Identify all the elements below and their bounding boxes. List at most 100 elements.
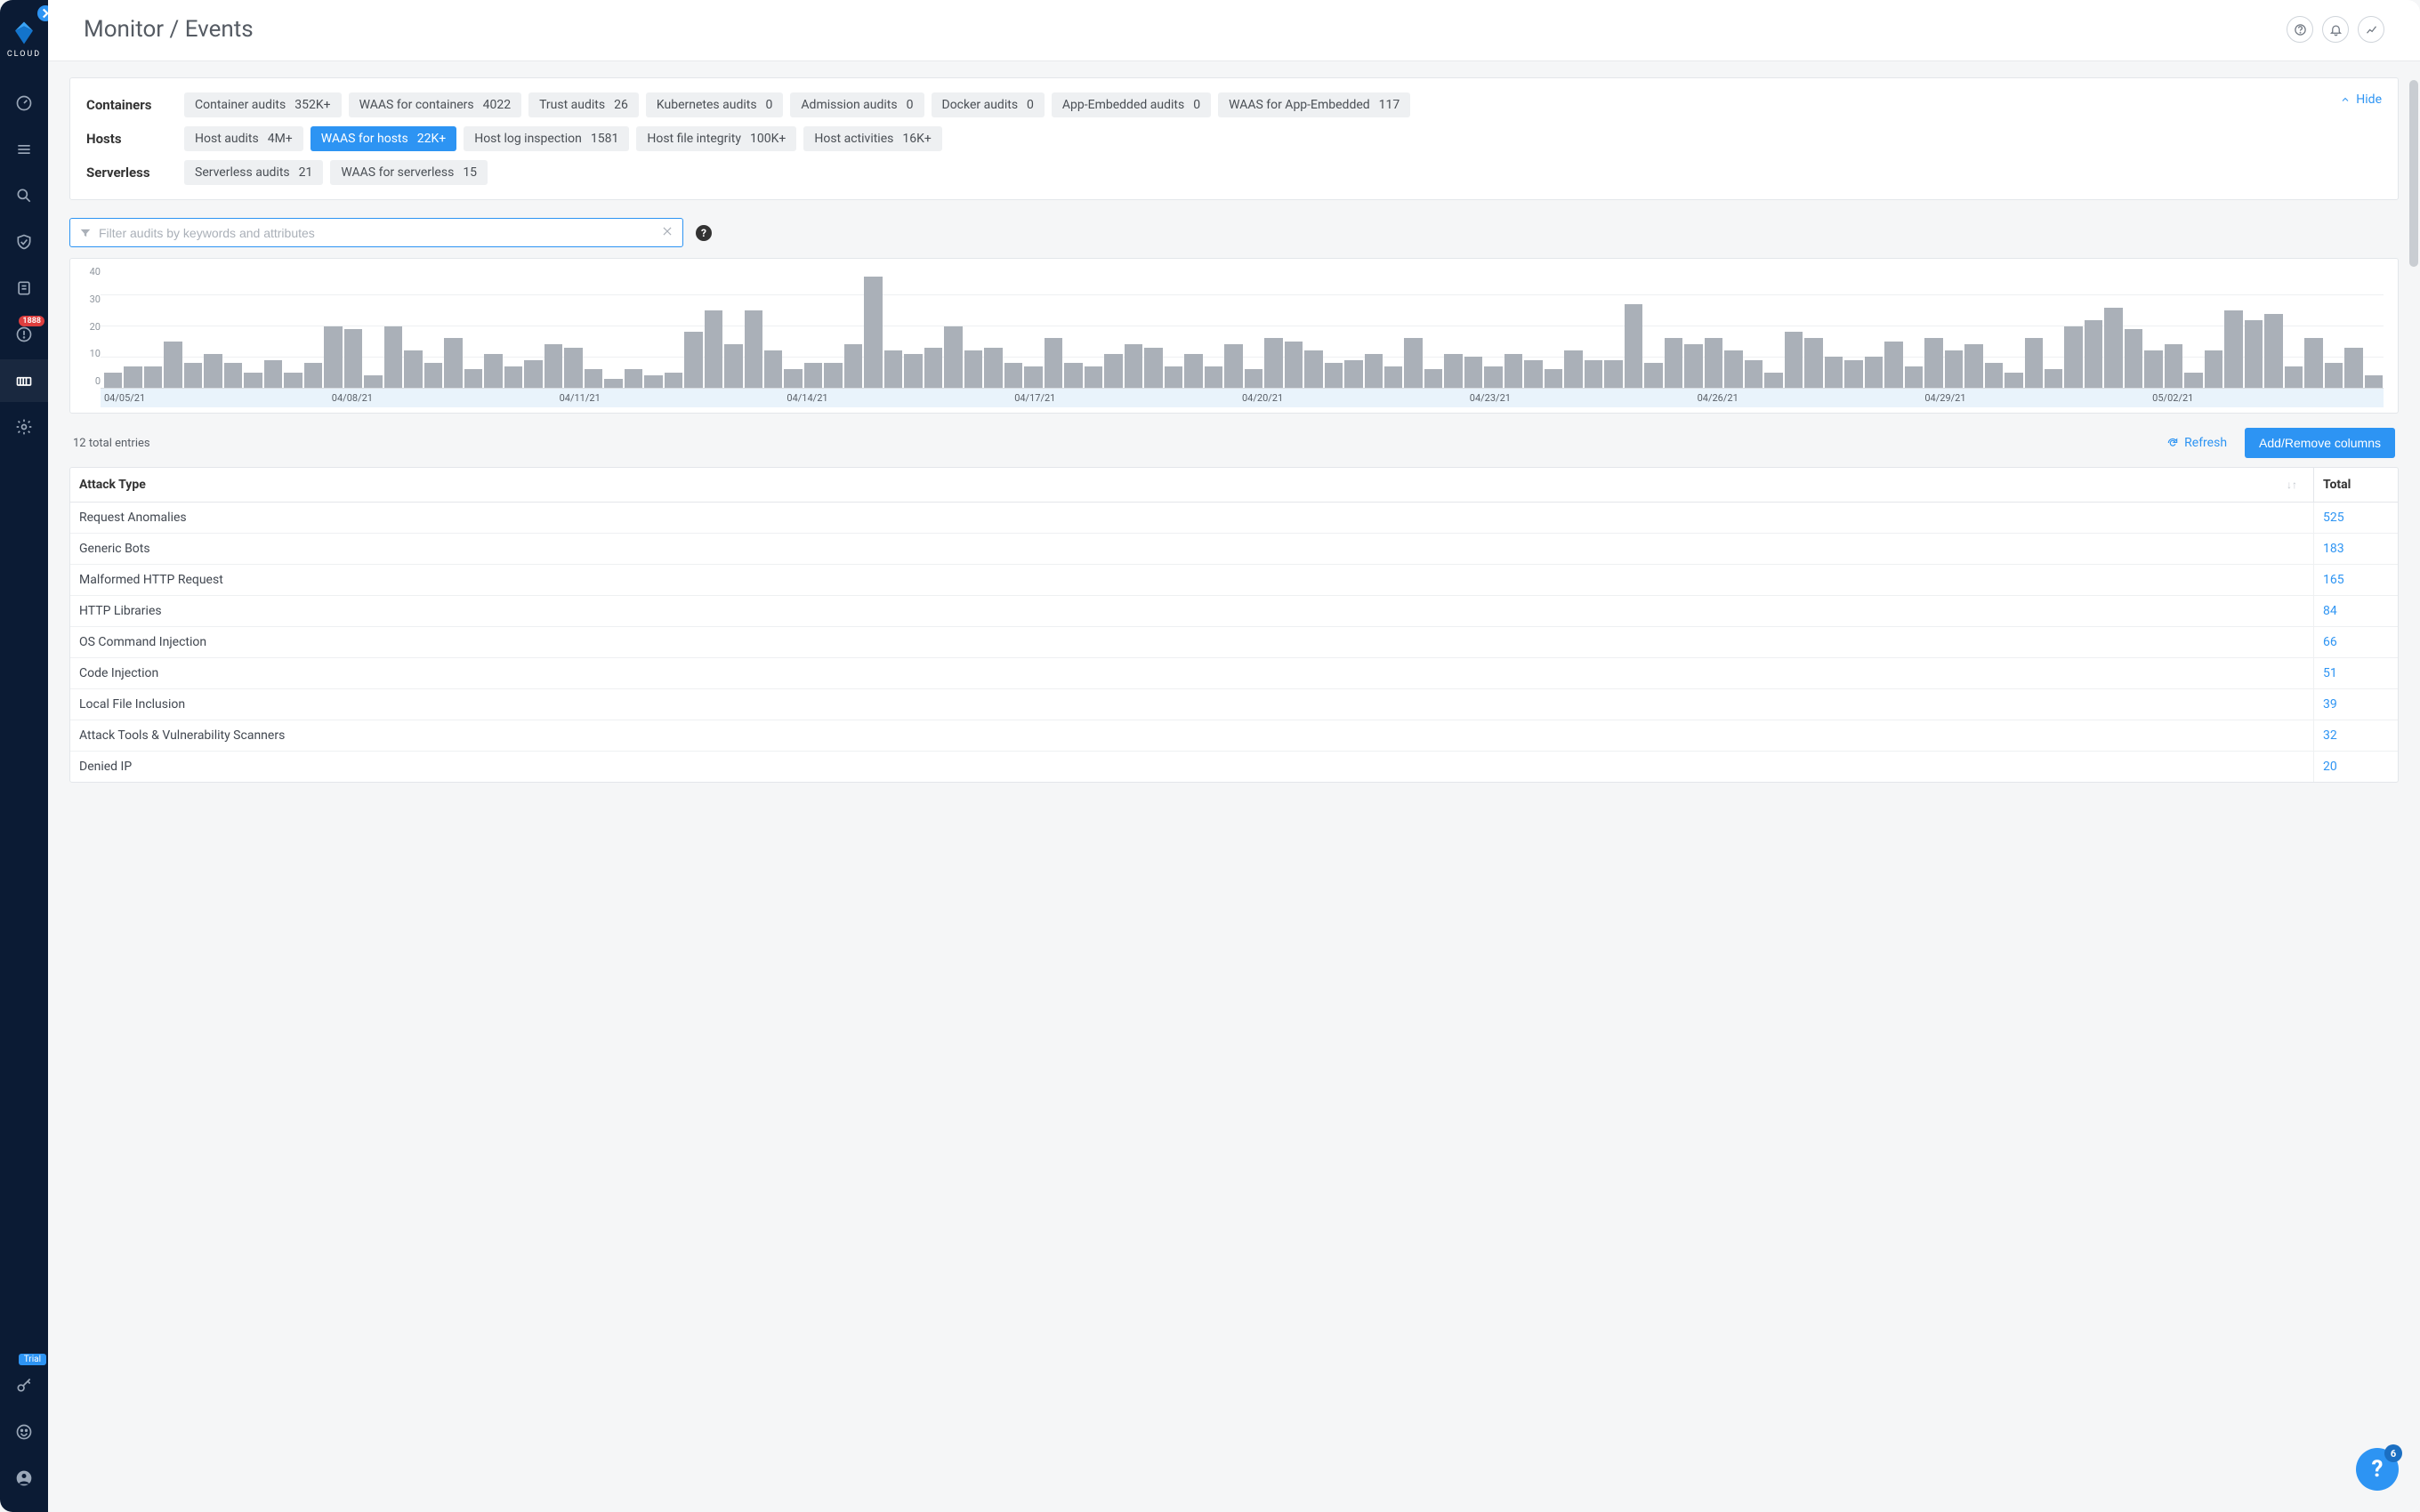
- chart-bar[interactable]: [544, 344, 562, 388]
- chart-bar[interactable]: [1705, 338, 1722, 388]
- chart-bar[interactable]: [104, 373, 122, 388]
- search-input[interactable]: [99, 226, 661, 240]
- nav-key[interactable]: Trial: [0, 1364, 48, 1407]
- chart-bar[interactable]: [1104, 354, 1122, 388]
- chart-bar[interactable]: [2365, 375, 2383, 388]
- chart-bar[interactable]: [2104, 308, 2122, 388]
- chart-bar[interactable]: [964, 350, 982, 388]
- table-row[interactable]: Attack Tools & Vulnerability Scanners32: [70, 720, 2398, 752]
- chart-bar[interactable]: [984, 348, 1002, 388]
- chart-bar[interactable]: [1464, 357, 1482, 388]
- chart-bar[interactable]: [1985, 363, 2003, 388]
- chart-bar[interactable]: [2325, 363, 2343, 388]
- refresh-button[interactable]: Refresh: [2166, 436, 2227, 450]
- table-row[interactable]: Request Anomalies525: [70, 503, 2398, 534]
- filter-chip[interactable]: Container audits352K+: [184, 92, 342, 117]
- chart-bar[interactable]: [124, 366, 141, 388]
- chart-bar[interactable]: [724, 344, 742, 388]
- filter-chip[interactable]: Admission audits0: [790, 92, 924, 117]
- nav-account[interactable]: [0, 1457, 48, 1500]
- chart-bar[interactable]: [1384, 366, 1402, 388]
- nav-containers[interactable]: [0, 359, 48, 402]
- chart-bar[interactable]: [384, 326, 402, 389]
- chart-bar[interactable]: [1365, 354, 1383, 388]
- chart-bar[interactable]: [804, 363, 822, 388]
- chart-bar[interactable]: [1085, 366, 1102, 388]
- table-row[interactable]: Local File Inclusion39: [70, 689, 2398, 720]
- chart-bar[interactable]: [1924, 338, 1942, 388]
- chart-bar[interactable]: [944, 326, 962, 389]
- chart-bar[interactable]: [904, 354, 922, 388]
- chart-bar[interactable]: [444, 338, 462, 388]
- chart-bar[interactable]: [625, 369, 642, 388]
- clear-icon[interactable]: [661, 224, 674, 241]
- chart-bar[interactable]: [2264, 314, 2282, 388]
- filter-chip[interactable]: Host activities16K+: [803, 126, 941, 151]
- chart-bar[interactable]: [1004, 363, 1022, 388]
- chart-bar[interactable]: [1264, 338, 1282, 388]
- chart-bar[interactable]: [1444, 354, 1462, 388]
- chart-bar[interactable]: [1144, 348, 1162, 388]
- chart-bar[interactable]: [524, 360, 542, 388]
- hide-button[interactable]: Hide: [2340, 92, 2382, 107]
- filter-chip[interactable]: Trust audits26: [528, 92, 639, 117]
- chart-bar[interactable]: [264, 360, 282, 388]
- chart-bar[interactable]: [2045, 369, 2062, 388]
- chart-bar[interactable]: [2285, 366, 2303, 388]
- table-row[interactable]: HTTP Libraries84: [70, 596, 2398, 627]
- cell-total[interactable]: 525: [2313, 503, 2398, 533]
- chart-bar[interactable]: [204, 354, 222, 388]
- cell-total[interactable]: 165: [2313, 565, 2398, 595]
- nav-alerts[interactable]: 1888: [0, 313, 48, 356]
- chart-bar[interactable]: [2184, 373, 2202, 388]
- chart-bar[interactable]: [1165, 366, 1182, 388]
- chart-bar[interactable]: [424, 363, 442, 388]
- chart-bar[interactable]: [304, 363, 322, 388]
- chart-bar[interactable]: [224, 363, 242, 388]
- chart-bar[interactable]: [1304, 350, 1322, 388]
- cell-total[interactable]: 32: [2313, 720, 2398, 751]
- search-help-icon[interactable]: ?: [696, 225, 712, 241]
- chart-bar[interactable]: [1325, 363, 1343, 388]
- chart-bar[interactable]: [1424, 369, 1442, 388]
- chart-bar[interactable]: [1524, 360, 1542, 388]
- chart-bar[interactable]: [1884, 342, 1902, 388]
- nav-shield[interactable]: [0, 221, 48, 263]
- stats-icon[interactable]: [2358, 16, 2384, 43]
- chart-bar[interactable]: [1964, 344, 1982, 388]
- chart-bar[interactable]: [1745, 360, 1763, 388]
- chart-bar[interactable]: [2144, 350, 2162, 388]
- chart-bar[interactable]: [164, 342, 182, 388]
- chart-bar[interactable]: [1344, 360, 1362, 388]
- chart-bar[interactable]: [1285, 342, 1303, 388]
- scrollbar[interactable]: [2409, 80, 2418, 267]
- nav-reports[interactable]: [0, 267, 48, 310]
- chart-bar[interactable]: [684, 332, 702, 388]
- chart-bar[interactable]: [2304, 338, 2322, 388]
- chart-bar[interactable]: [1205, 366, 1222, 388]
- nav-support[interactable]: [0, 1411, 48, 1453]
- cell-total[interactable]: 84: [2313, 596, 2398, 626]
- chart-bar[interactable]: [1625, 304, 1642, 388]
- chart-bar[interactable]: [184, 363, 202, 388]
- chart-bar[interactable]: [1585, 360, 1602, 388]
- table-row[interactable]: Denied IP20: [70, 752, 2398, 782]
- help-icon[interactable]: [2287, 16, 2313, 43]
- chart-bar[interactable]: [464, 369, 482, 388]
- chart-bar[interactable]: [504, 366, 522, 388]
- cell-total[interactable]: 66: [2313, 627, 2398, 657]
- filter-chip[interactable]: Host file integrity100K+: [636, 126, 796, 151]
- chart-bar[interactable]: [2085, 320, 2102, 388]
- chart-bar[interactable]: [1064, 363, 1082, 388]
- chart-bar[interactable]: [824, 363, 842, 388]
- chart-bar[interactable]: [2224, 310, 2242, 388]
- chart-bar[interactable]: [784, 369, 802, 388]
- chart-bar[interactable]: [924, 348, 942, 388]
- chart-bar[interactable]: [644, 375, 662, 388]
- chart-bar[interactable]: [1684, 344, 1702, 388]
- bell-icon[interactable]: [2322, 16, 2349, 43]
- chart-bar[interactable]: [705, 310, 722, 388]
- chart-bar[interactable]: [484, 354, 502, 388]
- filter-chip[interactable]: WAAS for App-Embedded117: [1218, 92, 1410, 117]
- add-remove-columns-button[interactable]: Add/Remove columns: [2245, 428, 2395, 458]
